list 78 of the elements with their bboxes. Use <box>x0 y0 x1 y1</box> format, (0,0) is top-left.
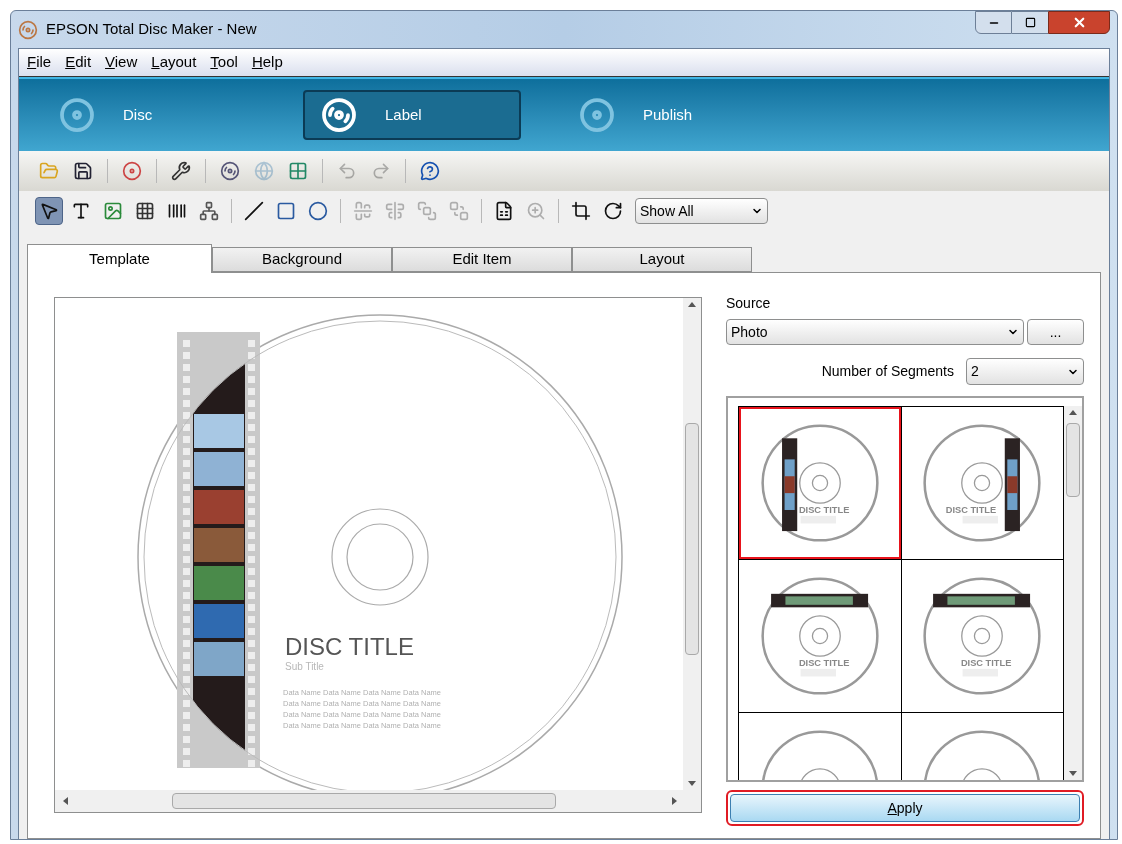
barcode-icon <box>167 201 187 221</box>
menu-item[interactable]: File <box>27 51 52 74</box>
text-tool-icon <box>71 201 91 221</box>
line-icon <box>244 201 264 221</box>
scroll-thumb[interactable] <box>172 793 556 809</box>
image-icon <box>103 201 123 221</box>
scroll-left-icon[interactable] <box>63 797 68 805</box>
close-button[interactable] <box>1048 11 1110 34</box>
scroll-thumb[interactable] <box>1066 423 1080 497</box>
source-dropdown[interactable]: Photo <box>726 319 1024 345</box>
view-filter-dropdown[interactable]: Show All <box>635 198 768 224</box>
rectangle-icon <box>276 201 296 221</box>
tab[interactable]: Template <box>27 244 212 273</box>
template-title: DISC TITLE <box>798 504 850 515</box>
template-thumbnail[interactable]: DISC TITLE <box>901 407 1063 559</box>
send-back-icon <box>449 201 469 221</box>
segments-dropdown[interactable]: 2 <box>966 358 1084 385</box>
wrench-icon <box>171 161 191 181</box>
redo-icon <box>371 161 391 181</box>
menu-item[interactable]: Tool <box>210 51 238 74</box>
scroll-down-icon[interactable] <box>688 781 696 786</box>
vertical-scrollbar[interactable] <box>683 298 701 790</box>
tab[interactable]: Background <box>212 247 392 272</box>
disc-subtitle: Sub Title <box>285 662 324 672</box>
pointer-button[interactable] <box>35 197 63 225</box>
template-title: DISC TITLE <box>961 657 1012 668</box>
bring-front-icon <box>417 201 437 221</box>
maximize-icon <box>1024 17 1036 28</box>
csv-file-icon <box>494 201 514 221</box>
maximize-button[interactable] <box>1012 11 1048 34</box>
tab[interactable]: Edit Item <box>392 247 572 272</box>
browse-button[interactable]: ... <box>1027 319 1084 345</box>
apply-button[interactable]: Apply <box>730 794 1080 822</box>
label-mode-icon <box>321 97 357 133</box>
menu-item[interactable]: Edit <box>65 51 92 74</box>
source-label: Source <box>726 294 772 313</box>
align-center-icon <box>353 201 373 221</box>
grid-import-icon <box>288 161 308 181</box>
scroll-right-icon[interactable] <box>672 797 677 805</box>
ellipse-icon <box>308 201 328 221</box>
mode-tab[interactable]: Publish <box>563 90 781 140</box>
template-thumbnail[interactable]: DISC TITLE <box>901 560 1063 712</box>
template-title: DISC TITLE <box>946 504 997 515</box>
mode-tab[interactable]: Disc <box>43 90 261 140</box>
template-title: DISC TITLE <box>798 657 850 668</box>
grid-icon <box>135 201 155 221</box>
save-icon <box>73 161 93 181</box>
crop-icon <box>571 201 591 221</box>
disc-rotate-icon <box>603 201 623 221</box>
tree-icon <box>199 201 219 221</box>
scroll-up-icon[interactable] <box>688 302 696 307</box>
segments-label: Number of Segments <box>821 362 954 381</box>
globe-icon <box>254 161 274 181</box>
pointer-icon <box>39 201 59 221</box>
disc-mode-icon <box>59 97 95 133</box>
disc-title: DISC TITLE <box>285 635 414 659</box>
menu-item[interactable]: Layout <box>151 51 197 74</box>
scroll-up-icon[interactable] <box>1069 410 1077 415</box>
app-logo-icon <box>18 19 38 40</box>
mode-tab[interactable]: Label <box>303 90 521 140</box>
horizontal-scrollbar[interactable] <box>55 790 701 812</box>
help-icon <box>420 161 440 181</box>
window-title: EPSON Total Disc Maker - New <box>46 19 257 40</box>
menu-item[interactable]: Help <box>251 51 283 74</box>
align-middle-icon <box>385 201 405 221</box>
publish-mode-icon <box>579 97 615 133</box>
vertical-scrollbar[interactable] <box>1064 406 1082 780</box>
template-thumbnail[interactable]: DISC TITLE <box>739 407 901 559</box>
disc-import-icon <box>220 161 240 181</box>
folder-icon <box>39 161 59 181</box>
template-thumbnail[interactable]: DISC TITLE <box>739 560 901 712</box>
scroll-thumb[interactable] <box>685 423 699 655</box>
scroll-down-icon[interactable] <box>1069 771 1077 776</box>
menu-item[interactable]: View <box>105 51 138 74</box>
zoom-icon <box>526 201 546 221</box>
undo-icon <box>337 161 357 181</box>
disc-plus-icon <box>122 161 142 181</box>
tab[interactable]: Layout <box>572 247 752 272</box>
